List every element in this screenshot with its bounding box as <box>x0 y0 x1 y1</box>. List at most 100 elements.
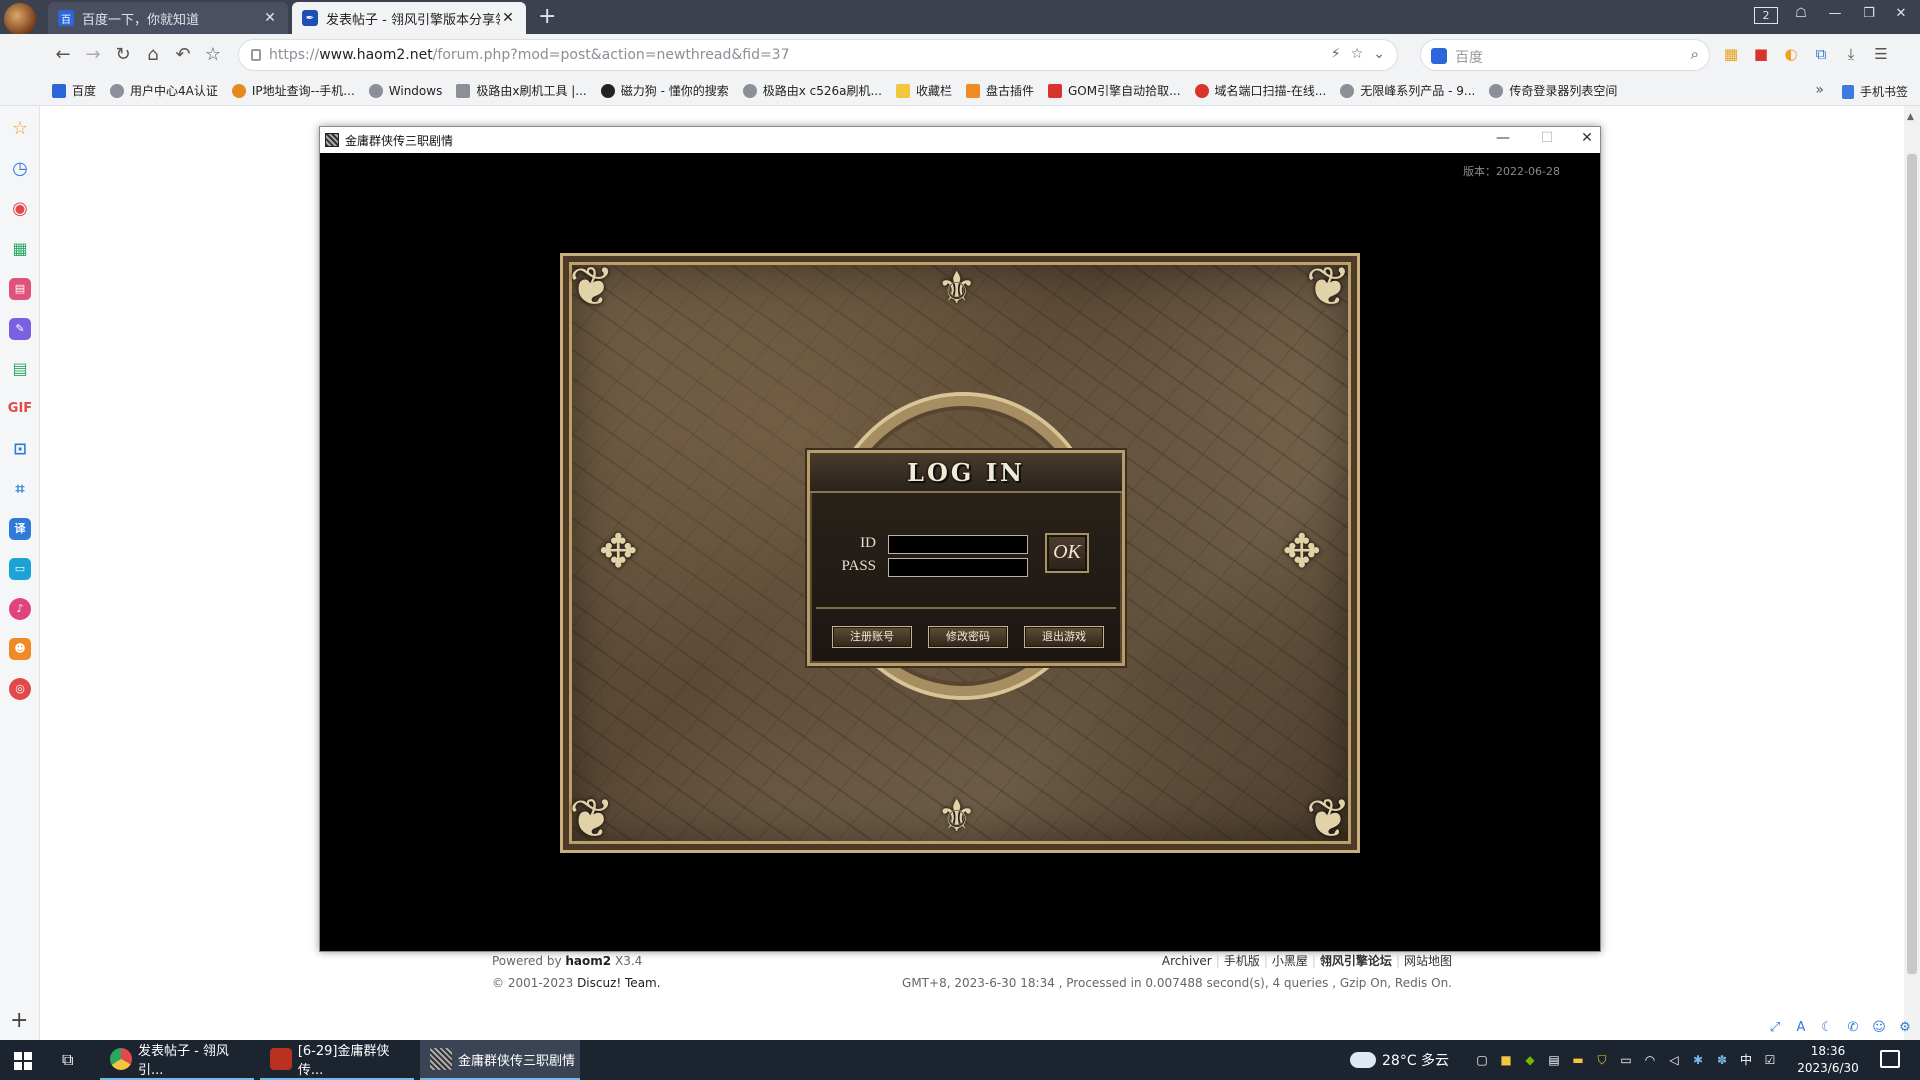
tab-baidu[interactable]: 百 百度一下，你就知道 ✕ <box>48 2 288 34</box>
register-account-button[interactable]: 注册账号 <box>832 626 912 648</box>
tray-battery-icon[interactable]: ▭ <box>1618 1052 1634 1068</box>
sidebar-add-icon[interactable]: + <box>10 1008 28 1033</box>
search-icon[interactable]: ⌕ <box>1691 45 1699 63</box>
double-chevron-right-icon[interactable]: » <box>1815 82 1824 98</box>
undo-close-tab-button[interactable]: ↶ <box>172 44 194 66</box>
font-icon[interactable]: A <box>1792 1020 1810 1035</box>
weather-widget[interactable]: 28°C 多云 <box>1350 1040 1449 1080</box>
footer-brand-link[interactable]: haom2 <box>565 954 611 968</box>
mobile-bookmarks[interactable]: 手机书签 <box>1841 83 1908 100</box>
crop-icon[interactable]: ⊡ <box>9 438 31 460</box>
user-icon[interactable]: ☺ <box>1870 1020 1888 1035</box>
bookmark-item[interactable]: 盘古插件 <box>965 82 1034 99</box>
shirt-skin-icon[interactable]: ☖ <box>1786 6 1816 21</box>
game-close-button[interactable]: ✕ <box>1572 130 1602 146</box>
footer-link-mobile[interactable]: 手机版 <box>1224 954 1260 968</box>
restore-window-button[interactable]: ❐ <box>1854 6 1884 21</box>
gif-icon[interactable]: GIF <box>6 398 34 420</box>
home-button[interactable]: ⌂ <box>142 44 164 66</box>
document-icon[interactable]: ▤ <box>9 358 31 380</box>
game-icon[interactable]: ☻ <box>9 638 31 660</box>
footer-link-sitemap[interactable]: 网站地图 <box>1404 954 1452 968</box>
reload-button[interactable]: ↻ <box>112 44 134 66</box>
tray-nvidia-icon[interactable]: ◆ <box>1522 1052 1538 1068</box>
expand-icon[interactable]: ⤢ <box>1766 1020 1784 1035</box>
discuz-team-link[interactable]: Discuz! Team. <box>577 976 660 990</box>
notification-center-icon[interactable] <box>1880 1050 1900 1068</box>
tray-app-blue-icon[interactable]: ✽ <box>1714 1052 1730 1068</box>
close-window-button[interactable]: ✕ <box>1886 6 1916 21</box>
night-mode-icon[interactable]: ☾ <box>1818 1020 1836 1035</box>
bookmark-item[interactable]: 百度 <box>52 82 96 99</box>
screenshot-icon[interactable]: ⧉ <box>1810 43 1832 65</box>
favorites-star-icon[interactable]: ☆ <box>9 118 31 140</box>
tray-volume-icon[interactable]: ◁ <box>1666 1052 1682 1068</box>
note-icon[interactable]: ✎ <box>9 318 31 340</box>
tray-folder-icon[interactable]: ▬ <box>1570 1052 1586 1068</box>
bookmark-item[interactable]: 域名端口扫描-在线... <box>1194 82 1326 99</box>
minimize-window-button[interactable]: — <box>1820 6 1850 21</box>
music-icon[interactable]: ♪ <box>9 598 31 620</box>
page-scrollbar[interactable]: ▲ <box>1904 106 1920 1040</box>
task-view-icon[interactable]: ⧉ <box>62 1050 73 1070</box>
chevron-down-icon[interactable]: ⌄ <box>1373 46 1385 62</box>
address-bar[interactable]: https://www.haom2.net/forum.php?mod=post… <box>238 39 1398 71</box>
change-password-button[interactable]: 修改密码 <box>928 626 1008 648</box>
extension-red-icon[interactable]: ■ <box>1750 43 1772 65</box>
bookmark-star-icon[interactable]: ☆ <box>1351 46 1364 62</box>
game-window-titlebar[interactable]: 金庸群侠传三职剧情 — ☐ ✕ <box>320 127 1600 153</box>
scroll-up-icon[interactable]: ▲ <box>1907 112 1914 122</box>
screen-icon[interactable]: ▭ <box>9 558 31 580</box>
tab-post-thread[interactable]: ✒ 发表帖子 - 翎风引擎版本分享翎 ✕ <box>292 2 526 34</box>
bookmark-item[interactable]: 无限峰系列产品 - 9... <box>1340 82 1475 99</box>
taskbar-item-game[interactable]: 金庸群侠传三职剧情 <box>420 1040 580 1080</box>
apps-grid-icon[interactable]: ▦ <box>1720 43 1742 65</box>
baidu-search-engine-icon[interactable] <box>1431 48 1447 64</box>
taskbar-clock[interactable]: 18:36 2023/6/30 <box>1788 1043 1868 1077</box>
menu-icon[interactable]: ☰ <box>1870 43 1892 65</box>
scan-icon[interactable]: ⌗ <box>9 478 31 500</box>
bookmark-item[interactable]: 极路由x c526a刷机... <box>742 82 882 99</box>
game-minimize-button[interactable]: — <box>1488 130 1518 146</box>
tab-close-icon[interactable]: ✕ <box>262 10 278 26</box>
bookmark-item[interactable]: 传奇登录器列表空间 <box>1489 82 1617 99</box>
bookmark-item[interactable]: 磁力狗 - 懂你的搜索 <box>600 82 729 99</box>
favorite-star-button[interactable]: ☆ <box>202 44 224 66</box>
bookmark-item[interactable]: 用户中心4A认证 <box>110 82 218 99</box>
tray-check-icon[interactable]: ☑ <box>1762 1052 1778 1068</box>
tray-window-icon[interactable]: ▢ <box>1474 1052 1490 1068</box>
translate-icon[interactable]: 译 <box>9 518 31 540</box>
footer-link-archiver[interactable]: Archiver <box>1162 954 1212 968</box>
bookmark-item[interactable]: IP地址查询--手机... <box>231 82 355 99</box>
tray-bluetooth-icon[interactable]: ✱ <box>1690 1052 1706 1068</box>
url-text[interactable]: https://www.haom2.net/forum.php?mod=post… <box>269 47 790 63</box>
windows-start-icon[interactable] <box>14 1052 32 1070</box>
footer-link-blackroom[interactable]: 小黑屋 <box>1272 954 1308 968</box>
tab-count-badge[interactable]: 2 <box>1754 7 1778 24</box>
bookmark-item[interactable]: GOM引擎自动拾取... <box>1047 82 1181 99</box>
forward-button[interactable]: → <box>82 44 104 66</box>
tab-close-icon[interactable]: ✕ <box>500 10 516 26</box>
taskbar-item-browser[interactable]: 发表帖子 - 翎风引... <box>100 1040 254 1080</box>
extension-moon-icon[interactable]: ◐ <box>1780 43 1802 65</box>
tray-file-icon[interactable]: ▤ <box>1546 1052 1562 1068</box>
tray-app-yellow-icon[interactable]: ■ <box>1498 1052 1514 1068</box>
reader-icon[interactable]: ▤ <box>9 278 31 300</box>
tray-wifi-icon[interactable]: ◠ <box>1642 1052 1658 1068</box>
history-clock-icon[interactable]: ◷ <box>9 158 31 180</box>
tray-shield-icon[interactable]: ⛉ <box>1594 1052 1610 1068</box>
ime-indicator[interactable]: 中 <box>1738 1052 1754 1068</box>
bookmark-item[interactable]: 极路由x刷机工具 |... <box>456 82 587 99</box>
search-box[interactable]: 百度 ⌕ <box>1420 39 1710 71</box>
bookmark-item[interactable]: Windows <box>368 83 442 98</box>
back-button[interactable]: ← <box>52 44 74 66</box>
record-icon[interactable]: ◉ <box>9 198 31 220</box>
download-icon[interactable]: ⤓ <box>1840 43 1862 65</box>
new-tab-button[interactable]: + <box>538 4 556 30</box>
bookmark-folder[interactable]: 收藏栏 <box>895 82 952 99</box>
footer-link-forum[interactable]: 翎风引擎论坛 <box>1320 954 1392 968</box>
apps-icon[interactable]: ▦ <box>9 238 31 260</box>
taskbar-item-launcher[interactable]: [6-29]金庸群侠传... <box>260 1040 414 1080</box>
password-input[interactable] <box>888 558 1028 577</box>
browser-avatar-icon[interactable] <box>4 3 36 35</box>
